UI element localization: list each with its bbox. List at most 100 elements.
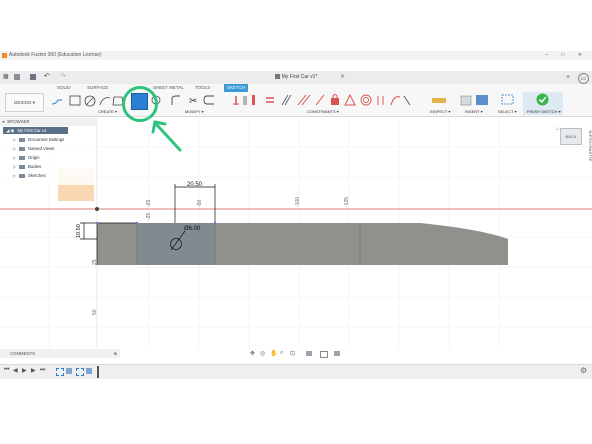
rectangle-tool-icon [69, 95, 81, 106]
fit-icon[interactable]: ⊡ [290, 350, 295, 357]
sketch-palette-tab[interactable]: SKETCH PALETTE [582, 130, 592, 230]
add-comment-icon[interactable]: ⊕ [113, 349, 117, 358]
equal-icon [252, 95, 255, 105]
view-cube[interactable]: BACK [560, 128, 582, 145]
folder-icon [19, 173, 25, 178]
finish-sketch-label[interactable]: FINISH SKETCH ▾ [527, 109, 561, 114]
create-group-label[interactable]: CREATE ▾ [98, 109, 117, 114]
constraint-tools [233, 93, 411, 106]
timeline-settings-icon[interactable]: ⚙ [580, 366, 587, 375]
tab-tools[interactable]: TOOLS [195, 84, 210, 92]
select-group-label[interactable]: SELECT ▾ [498, 109, 517, 114]
browser-item-sketches[interactable]: ▷ Sketches [13, 172, 46, 180]
orbit-icon[interactable]: ✥ [250, 350, 255, 357]
folder-icon [19, 155, 25, 160]
folder-icon [19, 146, 25, 151]
fusion-logo-icon [2, 53, 7, 58]
dim-hole-diameter[interactable]: Ø6.00 [184, 226, 201, 232]
inspect-group-label[interactable]: INSPECT ▾ [430, 109, 450, 114]
timeline-bar: ⏮ ◀ ▶ ▶ ⏭ ⚙ [0, 364, 592, 379]
pan-icon[interactable]: ✋ [270, 350, 277, 357]
dim-height[interactable]: 10.50 [76, 224, 82, 238]
window-controls[interactable]: – □ ✕ [545, 51, 588, 60]
go-to-start-icon[interactable]: ⏮ [4, 367, 9, 374]
tab-surface[interactable]: SURFACE [87, 84, 108, 92]
play-icon[interactable]: ▶ [22, 367, 27, 374]
app-bar: ▦ ↶ ↷ My First Car v1* ✕ + CC [0, 71, 592, 85]
arc-tool-icon [99, 97, 111, 106]
line-tool-icon [51, 99, 62, 105]
home-view-icon[interactable]: ⌂ [556, 126, 559, 132]
timeline-marker[interactable] [97, 366, 99, 378]
comments-panel[interactable]: COMMENTS ⊕ [0, 349, 120, 358]
tab-sketch[interactable]: SKETCH [224, 84, 249, 92]
tab-solid[interactable]: SOLID [57, 84, 71, 92]
close-tab-icon[interactable]: ✕ [340, 71, 345, 84]
symmetry-icon [377, 96, 384, 105]
horizontal-icon [281, 94, 289, 106]
browser-root-component[interactable]: ◢ ◉ My First Car v1 [3, 127, 68, 134]
document-title: My First Car v1* [0, 71, 592, 84]
step-forward-icon[interactable]: ▶ [31, 367, 36, 374]
toolbar-tabs: SOLID SURFACE SHEET METAL TOOLS SKETCH [0, 84, 592, 92]
modify-group-label[interactable]: MODIFY ▾ [185, 109, 204, 114]
origin-point[interactable] [95, 207, 99, 211]
insert-tools [460, 95, 488, 106]
ruler-label: -100 [295, 197, 301, 207]
tangent-icon [315, 94, 325, 106]
timeline-extrude-feature[interactable] [86, 368, 92, 374]
dim-top-width[interactable]: 20.50 [187, 182, 203, 188]
ribbon: DESIGN ▾ ✂ CREATE ▾ MODIFY ▾ CONSTRAINTS… [0, 86, 592, 122]
insert-image-icon [476, 95, 488, 105]
timeline-extrude-feature[interactable] [66, 368, 72, 374]
collapse-icon[interactable]: ◂ [2, 119, 4, 124]
concentric-icon [360, 94, 372, 106]
viewports-icon[interactable] [334, 351, 340, 356]
navigation-bar: ✥ ◎ ✋ ⌕ ⊡ [248, 350, 344, 359]
display-settings-icon[interactable] [306, 351, 312, 356]
midpoint-icon [344, 93, 356, 106]
look-at-icon[interactable]: ◎ [260, 350, 265, 357]
ruler-label: -25 [146, 200, 152, 207]
timeline-sketch-feature[interactable] [76, 368, 84, 376]
timeline-sketch-feature[interactable] [56, 368, 64, 376]
new-tab-icon[interactable]: + [566, 71, 570, 84]
settings-icon [19, 137, 25, 142]
smooth-icon [403, 95, 411, 106]
window-titlebar: Autodesk Fusion 360 (Education License) … [0, 51, 592, 60]
insert-group-label[interactable]: INSERT ▾ [465, 109, 483, 114]
checkmark-icon [536, 93, 549, 106]
user-avatar[interactable]: CC [578, 73, 589, 84]
ruler-label: -50 [197, 200, 203, 207]
measure-tool-icon[interactable] [430, 94, 448, 106]
document-icon [274, 74, 280, 80]
browser-header[interactable]: ◂ BROWSER [0, 118, 96, 126]
annotation-arrow [151, 120, 182, 152]
curvature-icon [390, 96, 401, 106]
insert-derive-icon [460, 95, 472, 106]
browser-item-document-settings[interactable]: ▷ Document Settings [13, 136, 64, 144]
browser-item-bodies[interactable]: ▷ Bodies [13, 163, 41, 171]
ruler-label: -25 [146, 213, 152, 220]
fillet-tool-icon [171, 95, 180, 105]
step-back-icon[interactable]: ◀ [13, 367, 18, 374]
browser-item-named-views[interactable]: ▷ Named Views [13, 145, 54, 153]
zoom-icon[interactable]: ⌕ [280, 350, 283, 357]
vertical-icon [297, 94, 307, 106]
ruler-label: 50 [92, 309, 98, 315]
constraints-group-label[interactable]: CONSTRAINTS ▾ [307, 109, 339, 114]
ruler-label: 25 [92, 259, 98, 265]
browser-item-origin[interactable]: ▷ Origin [13, 154, 39, 162]
modify-tools: ✂ [171, 95, 214, 106]
design-workspace-button[interactable]: DESIGN ▾ [5, 93, 44, 112]
select-tool-icon[interactable] [501, 94, 515, 106]
browser-panel: ◂ BROWSER ◢ ◉ My First Car v1 ▷ Document … [0, 118, 96, 185]
trim-tool-icon: ✂ [189, 96, 197, 106]
offset-tool-icon [203, 95, 214, 105]
go-to-end-icon[interactable]: ⏭ [40, 367, 45, 374]
grid-settings-icon[interactable] [320, 351, 328, 358]
fix-icon [331, 98, 339, 105]
window-title: Autodesk Fusion 360 (Education License) [9, 52, 102, 58]
car-body[interactable] [97, 223, 508, 265]
ruler-label: -125 [344, 197, 350, 207]
